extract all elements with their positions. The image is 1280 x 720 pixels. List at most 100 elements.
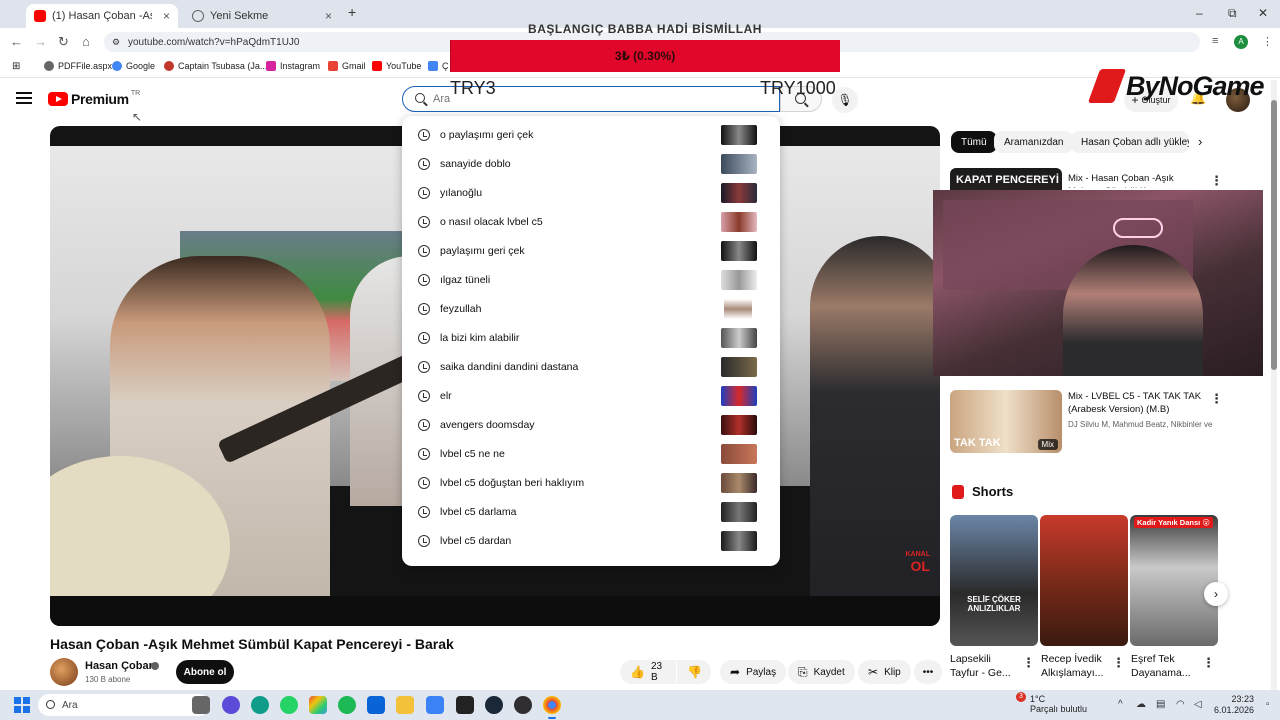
short-thumbnail[interactable]: SELİF ÇÖKER ANLIZLIKLAR bbox=[950, 515, 1038, 646]
system-clock[interactable]: 23:23 6.01.2026 bbox=[1210, 694, 1254, 716]
suggestion-item[interactable]: lvbel c5 ne ne bbox=[402, 439, 780, 468]
chip-from-uploader[interactable]: Hasan Çoban adlı yükleyiciden bbox=[1071, 131, 1189, 153]
suggestion-item[interactable]: lvbel c5 dardan bbox=[402, 526, 780, 555]
thumbs-down-icon: 👎 bbox=[687, 665, 702, 679]
whatsapp-icon[interactable] bbox=[280, 696, 298, 714]
channel-avatar[interactable] bbox=[50, 658, 78, 686]
channel-name[interactable]: Hasan Çoban bbox=[85, 660, 155, 672]
bookmark-label: Instagram bbox=[280, 61, 321, 71]
more-options-icon[interactable] bbox=[1022, 655, 1035, 671]
hamburger-menu-icon[interactable] bbox=[16, 92, 32, 106]
bookmark-captain-tsubasa[interactable]: Captain Tsubasa (Ja... bbox=[164, 61, 267, 71]
suggestion-item[interactable]: feyzullah bbox=[402, 294, 780, 323]
reload-button[interactable]: ↻ bbox=[58, 34, 69, 50]
more-actions-button[interactable]: ••• bbox=[914, 660, 942, 684]
steam-icon[interactable] bbox=[485, 696, 503, 714]
short-title[interactable]: Eşref Tek Dayanama... bbox=[1131, 652, 1203, 680]
more-options-icon[interactable] bbox=[1202, 655, 1215, 671]
suggestion-item[interactable]: paylaşımı geri çek bbox=[402, 236, 780, 265]
volume-icon[interactable]: ◁ bbox=[1194, 699, 1202, 710]
suggestion-item[interactable]: avengers doomsday bbox=[402, 410, 780, 439]
maximize-button[interactable]: ⧉ bbox=[1228, 6, 1237, 21]
back-button[interactable]: ← bbox=[10, 34, 23, 49]
notification-center-icon[interactable]: ▫ bbox=[1266, 699, 1270, 710]
suggestion-item[interactable]: lvbel c5 darlama bbox=[402, 497, 780, 526]
suggestion-item[interactable]: lvbel c5 doğuştan beri haklıyım bbox=[402, 468, 780, 497]
forward-button[interactable]: → bbox=[34, 34, 47, 49]
reading-list-icon[interactable]: ≡ bbox=[1212, 35, 1218, 47]
like-button[interactable]: 👍 23 B bbox=[620, 660, 676, 684]
spotify-icon[interactable] bbox=[338, 696, 356, 714]
more-options-icon[interactable] bbox=[1112, 655, 1125, 671]
bookmark-google[interactable]: Google bbox=[112, 61, 155, 71]
outlook-icon[interactable] bbox=[367, 696, 385, 714]
epic-games-icon[interactable] bbox=[456, 696, 474, 714]
app-icon-copilot[interactable] bbox=[222, 696, 240, 714]
suggestion-item[interactable]: ılgaz tüneli bbox=[402, 265, 780, 294]
profile-avatar[interactable]: A bbox=[1234, 35, 1248, 49]
page-scrollbar[interactable] bbox=[1271, 80, 1277, 690]
short-thumbnail[interactable] bbox=[1040, 515, 1128, 646]
minimize-button[interactable]: – bbox=[1196, 6, 1203, 20]
home-button[interactable]: ⌂ bbox=[82, 34, 90, 49]
suggestion-item[interactable]: saika dandini dandini dastana bbox=[402, 352, 780, 381]
new-tab-button[interactable]: + bbox=[348, 4, 356, 20]
recommendation-thumbnail[interactable]: TAK TAK Mix bbox=[950, 390, 1062, 453]
shorts-label: Shorts bbox=[972, 484, 1014, 499]
suggestion-item[interactable]: o paylaşımı geri çek bbox=[402, 120, 780, 149]
tab-new-tab[interactable]: Yeni Sekme × bbox=[184, 4, 340, 28]
wifi-icon[interactable]: ◠ bbox=[1176, 699, 1185, 710]
cloud-icon[interactable]: ☁ bbox=[1136, 699, 1146, 710]
tab-close-icon[interactable]: × bbox=[163, 9, 170, 23]
voice-search-button[interactable]: 🎙 bbox=[832, 87, 858, 113]
edge-icon[interactable] bbox=[251, 696, 269, 714]
dislike-button[interactable]: 👎 bbox=[677, 660, 711, 684]
suggestion-item[interactable]: sanayide doblo bbox=[402, 149, 780, 178]
bookmark-instagram[interactable]: Instagram bbox=[266, 61, 320, 71]
suggestion-item[interactable]: o nasıl olacak lvbel c5 bbox=[402, 207, 780, 236]
short-thumbnail[interactable]: Kadir Yanık Dansı 😮 bbox=[1130, 515, 1218, 646]
suggestion-item[interactable]: la bizi kim alabilir bbox=[402, 323, 780, 352]
site-info-icon[interactable]: ⚙ bbox=[112, 37, 120, 48]
tab-youtube[interactable]: (1) Hasan Çoban -Aşık Mehmet × bbox=[26, 4, 178, 28]
tray-overflow-icon[interactable]: ^ bbox=[1118, 699, 1123, 710]
scrollbar-thumb[interactable] bbox=[1271, 100, 1277, 370]
chrome-icon[interactable] bbox=[543, 696, 561, 719]
subscribe-button[interactable]: Abone ol bbox=[176, 660, 234, 684]
shorts-next-button[interactable]: › bbox=[1204, 582, 1228, 606]
short-title[interactable]: Recep İvedik Alkışlamayı... bbox=[1041, 652, 1113, 680]
bookmark-gmail[interactable]: Gmail bbox=[328, 61, 366, 71]
more-options-icon[interactable] bbox=[1210, 173, 1223, 189]
youtube-premium-logo[interactable]: Premium TR bbox=[48, 90, 140, 107]
browser-menu-icon[interactable]: ⋮ bbox=[1262, 35, 1273, 48]
short-title[interactable]: Lapsekili Tayfur - Ge... bbox=[950, 652, 1022, 680]
recommendation-title[interactable]: Mix - Hasan Çoban -Aşık Mehmet Sümbül Ka… bbox=[1068, 172, 1208, 188]
chevron-right-icon[interactable]: › bbox=[1198, 134, 1202, 149]
more-options-icon[interactable] bbox=[1210, 391, 1223, 407]
task-view-icon[interactable] bbox=[192, 696, 210, 714]
apps-icon[interactable]: ⊞ bbox=[12, 61, 20, 72]
obs-icon[interactable] bbox=[514, 696, 532, 714]
suggestion-item[interactable]: yılanoğlu bbox=[402, 178, 780, 207]
weather-temp: 1°C bbox=[1030, 694, 1046, 704]
clip-button[interactable]: ✂ Klip bbox=[858, 660, 911, 684]
mail-icon[interactable] bbox=[426, 696, 444, 714]
network-icon[interactable]: ▤ bbox=[1156, 699, 1165, 710]
save-button[interactable]: ⎘ Kaydet bbox=[788, 660, 855, 684]
weather-widget[interactable]: 3 1°C Parçalı bulutlu bbox=[1014, 692, 1087, 714]
app-icon-photos[interactable] bbox=[309, 696, 327, 714]
chip-all[interactable]: Tümü bbox=[951, 131, 997, 153]
chip-from-search[interactable]: Aramanızdan bbox=[994, 131, 1074, 153]
recommendation-title[interactable]: Mix - LVBEL C5 - TAK TAK TAK (Arabesk Ve… bbox=[1068, 390, 1208, 416]
bookmark-youtube[interactable]: YouTube bbox=[372, 61, 421, 71]
suggestion-item[interactable]: elr bbox=[402, 381, 780, 410]
windows-start-button[interactable] bbox=[14, 697, 30, 713]
file-explorer-icon[interactable] bbox=[396, 696, 414, 714]
bookmark-pdffile[interactable]: PDFFile.aspx bbox=[44, 61, 112, 71]
share-button[interactable]: ➦ Paylaş bbox=[720, 660, 787, 684]
bookmark-c[interactable]: Ç bbox=[428, 61, 449, 71]
recommendation-meta: DJ Silviu M, Mahmud Beatz, Nikbinler ve … bbox=[1068, 420, 1213, 429]
tab-close-icon[interactable]: × bbox=[325, 9, 332, 23]
taskbar-search[interactable]: Ara bbox=[38, 694, 210, 716]
close-window-button[interactable]: ✕ bbox=[1258, 6, 1268, 20]
